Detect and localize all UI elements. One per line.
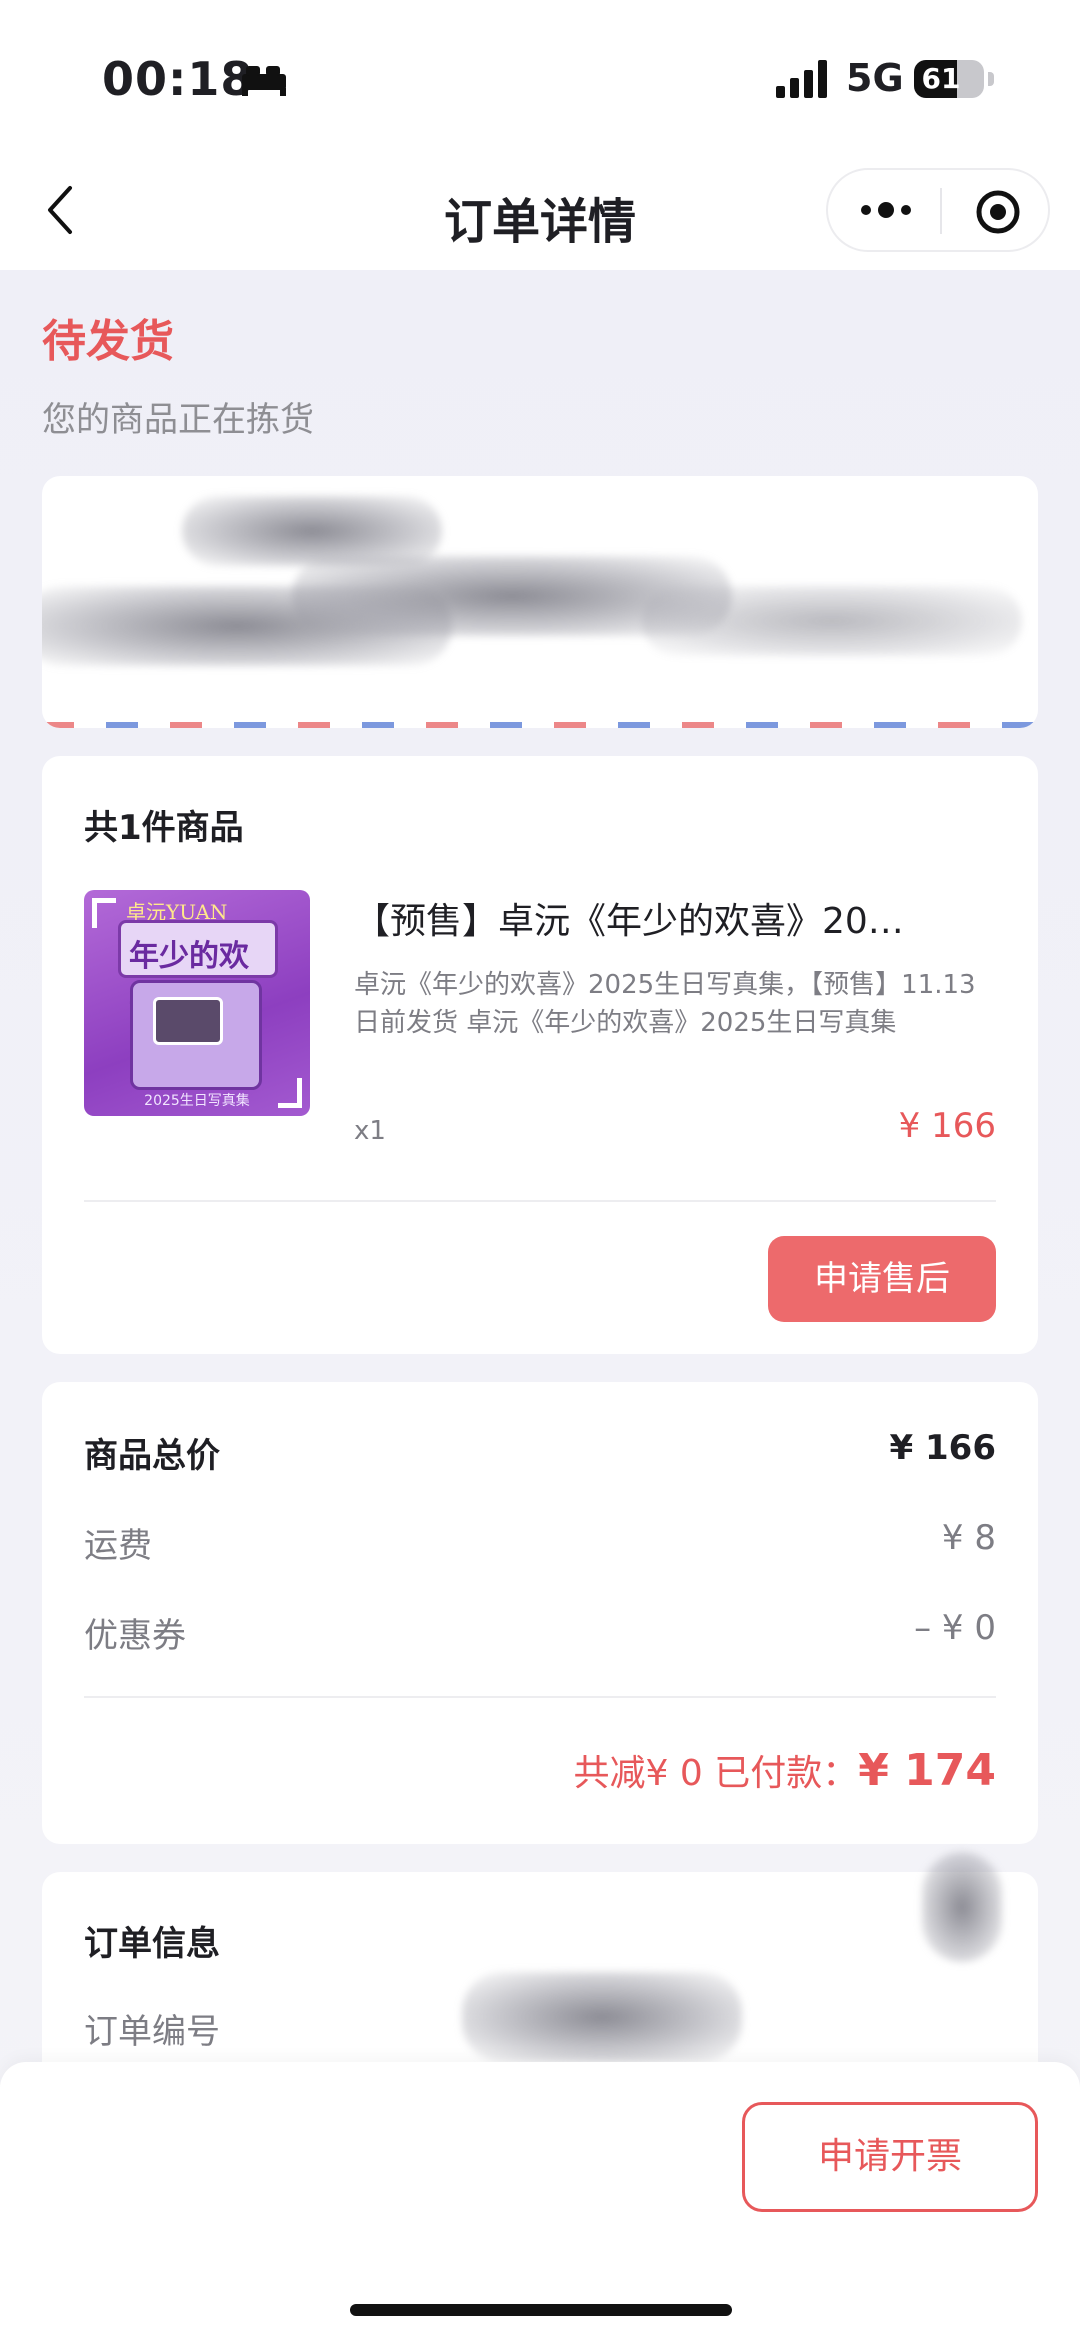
order-number-label: 订单编号 xyxy=(84,2012,220,2052)
network-label: 5G xyxy=(846,56,904,100)
thumb-book-illustration xyxy=(130,980,262,1090)
divider xyxy=(84,1696,996,1698)
target-icon[interactable] xyxy=(974,188,1022,236)
invoice-button[interactable]: 申请开票 xyxy=(742,2102,1038,2212)
battery-tip xyxy=(988,72,994,86)
signal-icon xyxy=(776,60,827,98)
total-prefix: 共减¥ 0 已付款： xyxy=(573,1753,859,1794)
bottom-action-bar: 申请开票 xyxy=(0,2062,1080,2341)
redaction-mark xyxy=(922,1852,1002,1962)
more-icon[interactable] xyxy=(856,192,916,228)
price-value: ¥ 166 xyxy=(889,1428,996,1468)
thumb-photo xyxy=(153,997,223,1045)
bed-icon xyxy=(242,66,286,96)
total-paid: 共减¥ 0 已付款：¥ 174 xyxy=(574,1744,996,1796)
product-count: 共1件商品 xyxy=(84,808,244,848)
price-value: ¥ 8 xyxy=(941,1518,996,1558)
price-label: 运费 xyxy=(84,1526,152,1566)
thumb-footer: 2025生日写真集 xyxy=(144,1093,250,1109)
order-status-subtitle: 您的商品正在拣货 xyxy=(42,400,314,440)
address-card[interactable] xyxy=(42,476,1038,728)
home-indicator[interactable] xyxy=(350,2304,732,2316)
price-row-subtotal: 商品总价 ¥ 166 xyxy=(84,1428,996,1478)
thumb-title-box: 年少的欢喜 xyxy=(118,920,278,1018)
price-row-shipping: 运费 ¥ 8 xyxy=(84,1518,996,1568)
price-label: 优惠券 xyxy=(84,1616,186,1656)
product-description: 卓沅《年少的欢喜》2025生日写真集，【预售】11.13日前发货 卓沅《年少的欢… xyxy=(354,970,976,1038)
nav-bar: 订单详情 xyxy=(0,160,1080,270)
product-quantity: x1 xyxy=(354,1116,386,1146)
status-bar: 00:18 5G 61 xyxy=(0,0,1080,160)
price-value: – ¥ 0 xyxy=(914,1608,996,1648)
redaction-mark xyxy=(642,586,1022,656)
envelope-stripe xyxy=(42,722,1038,728)
divider xyxy=(84,1200,996,1202)
product-name[interactable]: 【预售】卓沅《年少的欢喜》20… xyxy=(354,892,994,944)
mini-program-capsule xyxy=(826,168,1050,252)
battery-level: 61 xyxy=(921,62,961,95)
order-info-title: 订单信息 xyxy=(84,1924,220,1964)
product-card: 共1件商品 卓沅YUAN 年少的欢喜 2025生日写真集 【预售】卓沅《年少的欢… xyxy=(42,756,1038,1354)
order-status-title: 待发货 xyxy=(42,316,174,367)
aftersale-button[interactable]: 申请售后 xyxy=(768,1236,996,1322)
total-amount: ¥ 174 xyxy=(858,1745,996,1796)
price-card: 商品总价 ¥ 166 运费 ¥ 8 优惠券 – ¥ 0 共减¥ 0 已付款：¥ … xyxy=(42,1382,1038,1844)
status-time: 00:18 xyxy=(102,52,254,106)
thumb-corner xyxy=(92,898,116,928)
capsule-divider xyxy=(940,188,942,234)
product-price: ¥ 166 xyxy=(898,1106,996,1146)
price-label: 商品总价 xyxy=(84,1436,220,1476)
battery-icon: 61 xyxy=(914,60,984,98)
price-row-coupon: 优惠券 – ¥ 0 xyxy=(84,1608,996,1658)
product-thumbnail[interactable]: 卓沅YUAN 年少的欢喜 2025生日写真集 xyxy=(84,890,310,1116)
redaction-mark xyxy=(462,1972,742,2062)
